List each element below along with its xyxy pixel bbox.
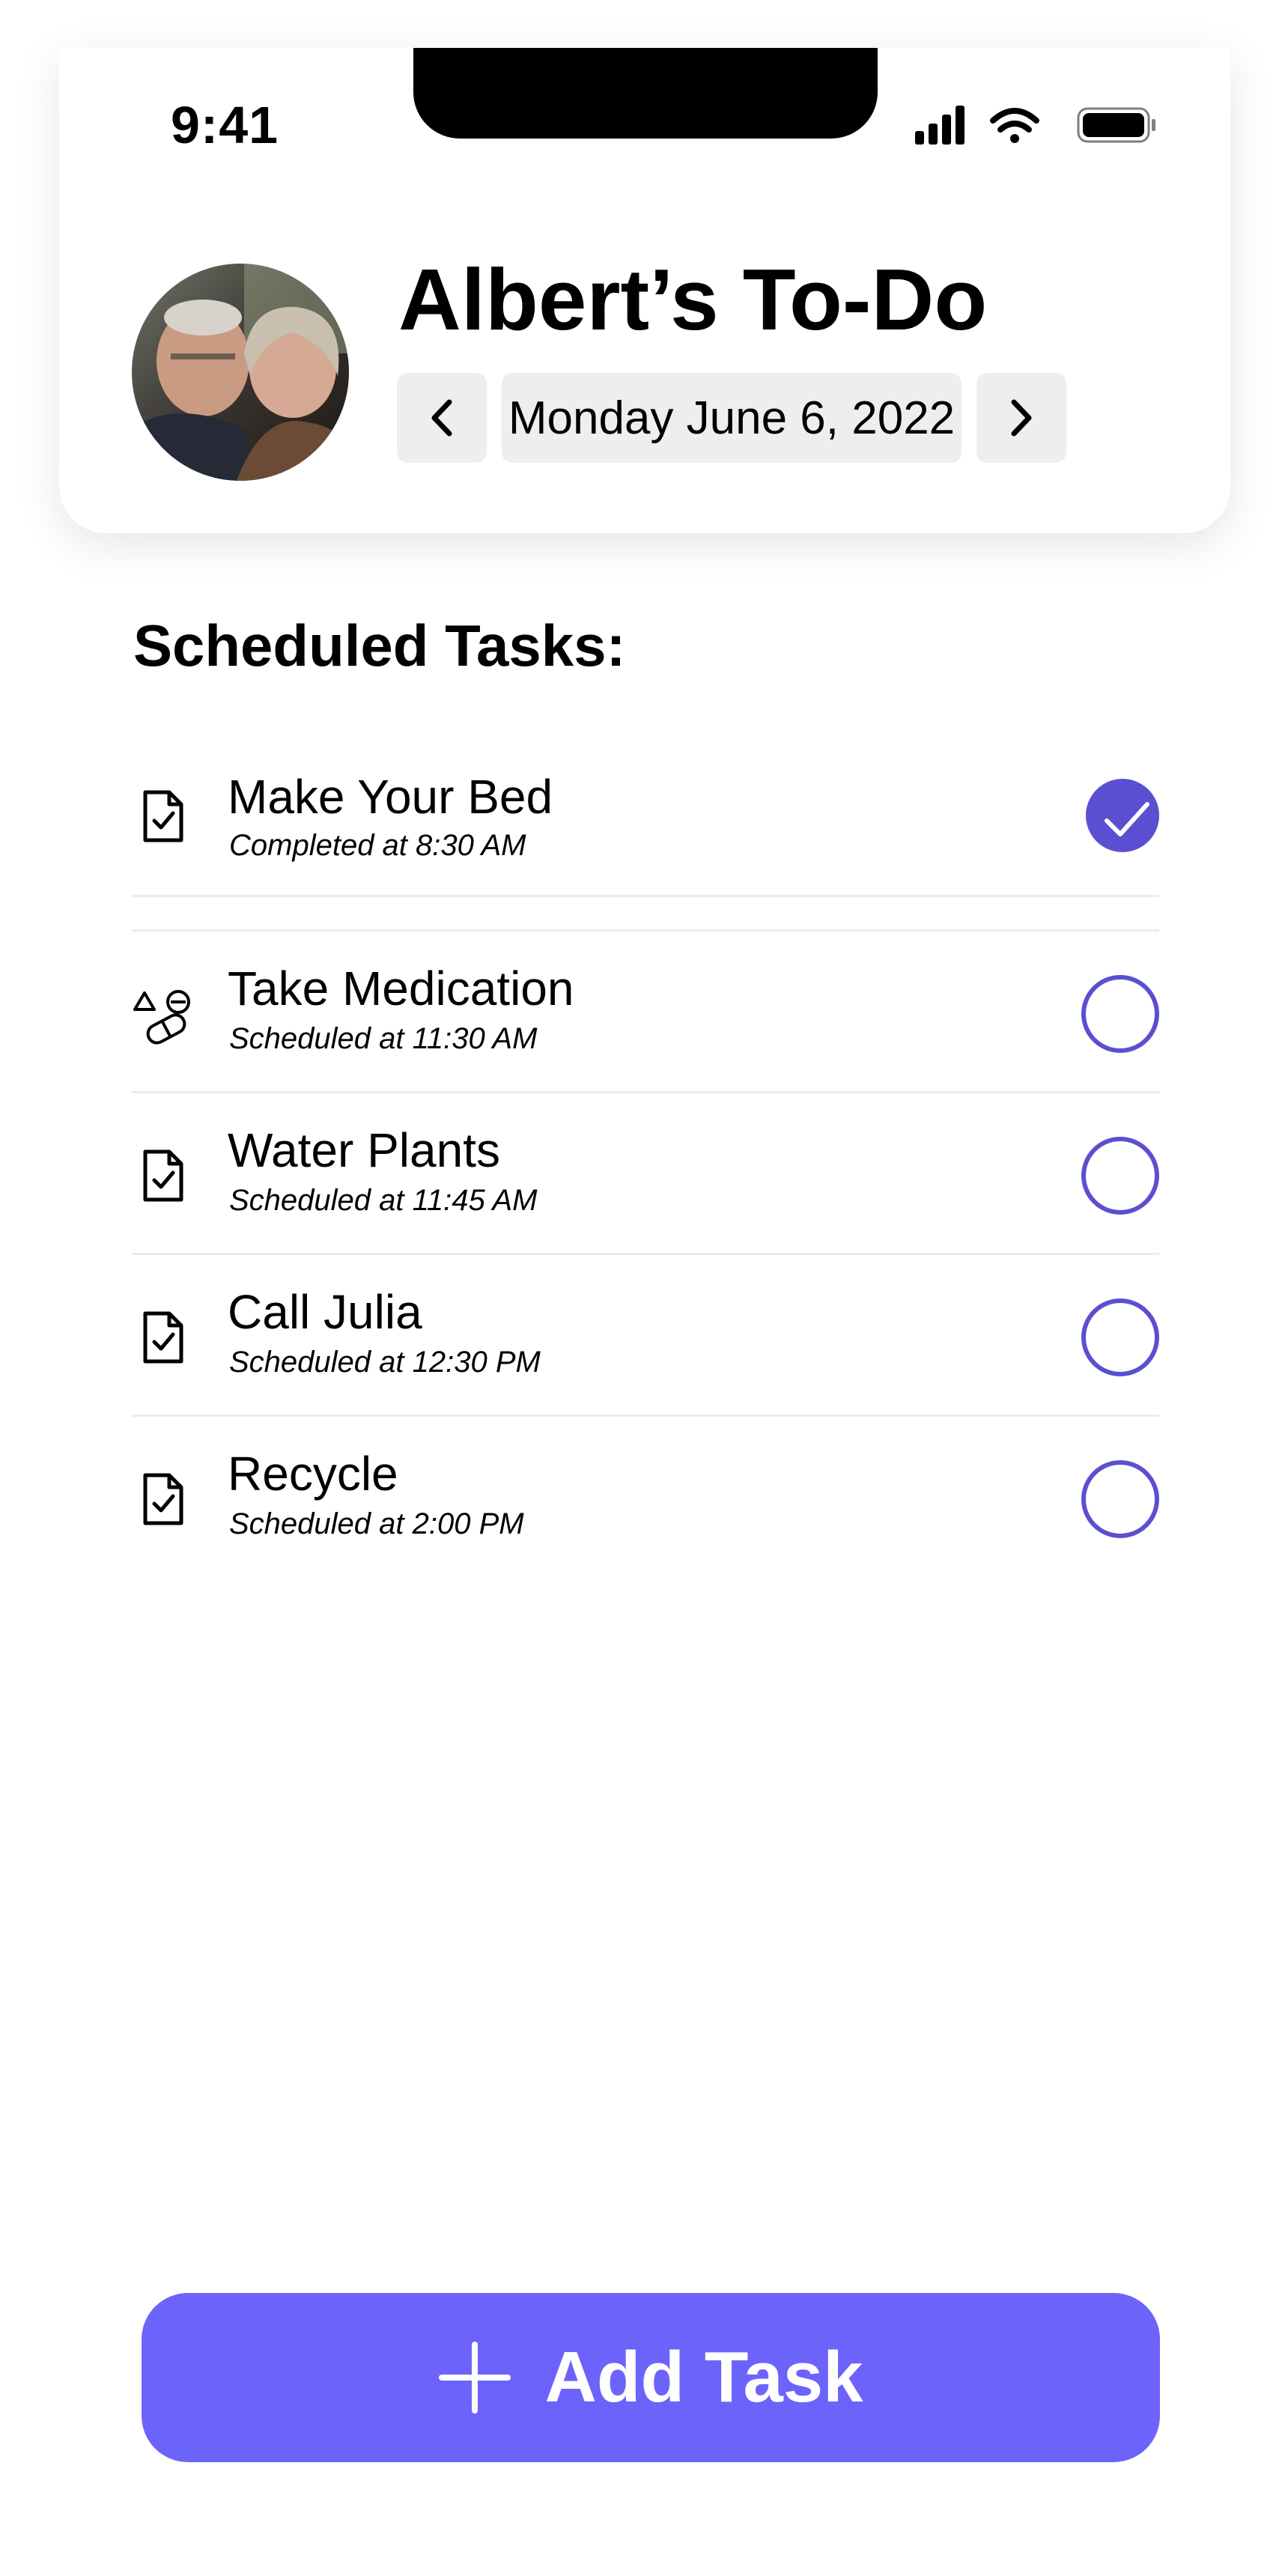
add-task-label: Add Task	[544, 2337, 863, 2417]
task-time: Scheduled at 11:45 AM	[229, 1184, 538, 1217]
battery-icon	[1077, 107, 1155, 143]
task-complete-checkbox[interactable]	[1081, 1460, 1159, 1538]
document-check-icon	[143, 1473, 183, 1525]
task-row[interactable]: Call Julia Scheduled at 12:30 PM	[132, 1255, 1159, 1417]
task-time: Scheduled at 2:00 PM	[229, 1507, 524, 1540]
document-check-icon	[143, 1149, 183, 1202]
status-icons	[915, 106, 1155, 145]
page-title: Albert’s To-Do	[398, 251, 988, 348]
current-date: Monday June 6, 2022	[502, 373, 962, 463]
pills-icon	[133, 990, 190, 1045]
document-check-icon	[143, 1311, 183, 1364]
task-time: Scheduled at 11:30 AM	[229, 1022, 538, 1055]
task-name: Water Plants	[228, 1123, 500, 1177]
document-check-icon	[143, 790, 183, 842]
task-complete-checkbox[interactable]	[1086, 779, 1159, 852]
next-day-button[interactable]	[976, 373, 1066, 463]
chevron-right-icon	[1011, 399, 1032, 437]
task-time: Completed at 8:30 AM	[229, 829, 526, 862]
wifi-icon	[990, 108, 1039, 143]
add-task-button[interactable]: Add Task	[142, 2293, 1160, 2462]
task-list: Make Your Bed Completed at 8:30 AM Take …	[132, 738, 1159, 1579]
plus-icon	[438, 2342, 511, 2414]
task-name: Call Julia	[228, 1285, 422, 1339]
avatar-photo	[132, 264, 349, 481]
chevron-left-icon	[431, 399, 452, 437]
task-complete-checkbox[interactable]	[1081, 1298, 1159, 1376]
task-time: Scheduled at 12:30 PM	[229, 1346, 541, 1379]
task-complete-checkbox[interactable]	[1081, 1137, 1159, 1215]
section-title: Scheduled Tasks:	[133, 613, 626, 678]
task-name: Make Your Bed	[228, 770, 553, 824]
task-name: Take Medication	[228, 962, 574, 1015]
task-row[interactable]: Recycle Scheduled at 2:00 PM	[132, 1417, 1159, 1579]
task-complete-checkbox[interactable]	[1081, 975, 1159, 1053]
checkmark-icon	[1105, 802, 1149, 836]
task-name: Recycle	[228, 1447, 398, 1501]
task-row[interactable]: Make Your Bed Completed at 8:30 AM	[132, 738, 1159, 932]
avatar[interactable]	[132, 264, 349, 481]
task-row[interactable]: Take Medication Scheduled at 11:30 AM	[132, 932, 1159, 1093]
task-row[interactable]: Water Plants Scheduled at 11:45 AM	[132, 1093, 1159, 1255]
cellular-signal-icon	[915, 106, 965, 145]
device-notch	[413, 48, 878, 139]
status-time: 9:41	[171, 96, 279, 154]
previous-day-button[interactable]	[397, 373, 487, 463]
